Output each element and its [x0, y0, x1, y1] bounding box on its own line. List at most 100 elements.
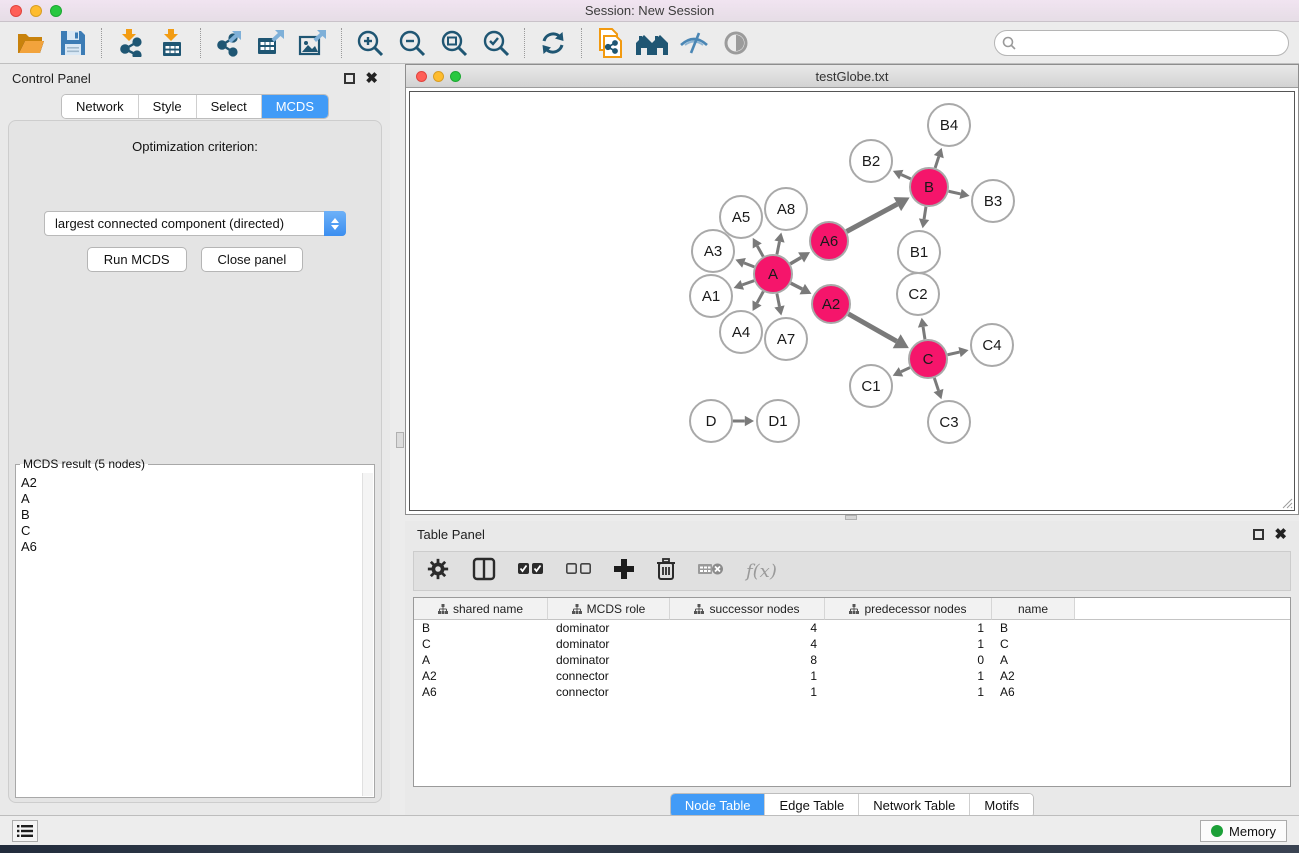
criterion-dropdown[interactable]: largest connected component (directed): [44, 211, 346, 236]
search-input[interactable]: [994, 30, 1289, 56]
table-cell[interactable]: dominator: [548, 653, 670, 667]
export-network-icon[interactable]: [212, 27, 246, 59]
table-cell[interactable]: 1: [825, 669, 992, 683]
table-cell[interactable]: 8: [670, 653, 825, 667]
graph-edge-A-A2[interactable]: [791, 283, 802, 289]
table-cell[interactable]: dominator: [548, 621, 670, 635]
table-cell[interactable]: 4: [670, 637, 825, 651]
show-all-icon[interactable]: [719, 27, 753, 59]
close-table-panel-icon[interactable]: ✖: [1274, 529, 1287, 540]
close-window-button[interactable]: [10, 5, 22, 17]
table-cell[interactable]: 1: [825, 621, 992, 635]
gear-icon[interactable]: [426, 557, 450, 586]
result-item[interactable]: A: [21, 491, 357, 507]
table-cell[interactable]: C: [992, 637, 1075, 651]
import-table-icon[interactable]: [155, 27, 189, 59]
tab-edge-table[interactable]: Edge Table: [765, 794, 859, 817]
network-canvas[interactable]: AA1A3A4A5A7A8A6A2BB1B2B3B4CC1C2C3C4DD1: [409, 91, 1295, 511]
tab-motifs[interactable]: Motifs: [970, 794, 1033, 817]
graph-edge-B-B2[interactable]: [901, 175, 910, 179]
resize-grip-icon[interactable]: [1280, 496, 1293, 509]
table-cell[interactable]: A: [414, 653, 548, 667]
delete-table-icon[interactable]: [698, 560, 724, 583]
tab-network-table[interactable]: Network Table: [859, 794, 970, 817]
table-cell[interactable]: 1: [825, 685, 992, 699]
column-header-MCDS-role[interactable]: MCDS role: [548, 598, 670, 620]
tab-style[interactable]: Style: [139, 95, 197, 118]
table-row[interactable]: Cdominator41C: [414, 636, 1290, 652]
zoom-out-icon[interactable]: [395, 27, 429, 59]
table-cell[interactable]: 1: [670, 685, 825, 699]
close-panel-icon[interactable]: ✖: [365, 73, 378, 84]
home-icon[interactable]: [635, 27, 669, 59]
float-table-panel-icon[interactable]: [1253, 529, 1264, 540]
zoom-fit-icon[interactable]: [437, 27, 471, 59]
table-cell[interactable]: dominator: [548, 637, 670, 651]
column-header-shared-name[interactable]: shared name: [414, 598, 548, 620]
graph-edge-C-C3[interactable]: [934, 378, 938, 391]
graph-edge-A2-C[interactable]: [848, 314, 896, 341]
add-column-icon[interactable]: [614, 559, 634, 584]
table-cell[interactable]: 1: [670, 669, 825, 683]
select-all-icon[interactable]: [518, 562, 544, 581]
table-row[interactable]: A6connector11A6: [414, 684, 1290, 700]
network-window-titlebar[interactable]: testGlobe.txt: [406, 65, 1298, 88]
table-cell[interactable]: 0: [825, 653, 992, 667]
graph-edge-A-A6[interactable]: [790, 257, 801, 263]
open-file-icon[interactable]: [14, 27, 48, 59]
graph-edge-A-A7[interactable]: [777, 294, 780, 307]
result-item[interactable]: B: [21, 507, 357, 523]
zoom-selected-icon[interactable]: [479, 27, 513, 59]
task-history-button[interactable]: [12, 820, 38, 842]
graph-edge-A-A3[interactable]: [744, 263, 754, 267]
table-cell[interactable]: A6: [992, 685, 1075, 699]
import-network-icon[interactable]: [113, 27, 147, 59]
maximize-window-button[interactable]: [50, 5, 62, 17]
graph-edge-B-B1[interactable]: [924, 207, 926, 219]
refresh-icon[interactable]: [536, 27, 570, 59]
minimize-window-button[interactable]: [30, 5, 42, 17]
table-row[interactable]: Bdominator41B: [414, 620, 1290, 636]
save-session-icon[interactable]: [56, 27, 90, 59]
column-header-successor-nodes[interactable]: successor nodes: [670, 598, 825, 620]
graph-edge-A-A1[interactable]: [742, 281, 754, 285]
table-cell[interactable]: A2: [992, 669, 1075, 683]
table-cell[interactable]: A: [992, 653, 1075, 667]
table-divider-handle[interactable]: [845, 515, 857, 520]
network-minimize-button[interactable]: [433, 71, 444, 82]
graph-edge-C-C2[interactable]: [923, 327, 925, 339]
split-columns-icon[interactable]: [472, 557, 496, 586]
node-table[interactable]: shared nameMCDS rolesuccessor nodesprede…: [413, 597, 1291, 787]
result-scrollbar[interactable]: [362, 473, 373, 796]
function-builder-icon[interactable]: f(x): [746, 561, 777, 582]
delete-icon[interactable]: [656, 558, 676, 585]
graph-edge-C-C1[interactable]: [901, 368, 910, 372]
tab-mcds[interactable]: MCDS: [262, 95, 328, 118]
deselect-all-icon[interactable]: [566, 562, 592, 581]
table-row[interactable]: A2connector11A2: [414, 668, 1290, 684]
network-close-button[interactable]: [416, 71, 427, 82]
panel-divider-handle[interactable]: [396, 432, 404, 448]
mcds-result-list[interactable]: A2ABCA6: [17, 473, 361, 796]
tab-network[interactable]: Network: [62, 95, 139, 118]
graph-edge-A6-B[interactable]: [847, 204, 898, 231]
graph-edge-B-B3[interactable]: [949, 191, 961, 194]
memory-button[interactable]: Memory: [1200, 820, 1287, 842]
column-header-predecessor-nodes[interactable]: predecessor nodes: [825, 598, 992, 620]
export-table-icon[interactable]: [254, 27, 288, 59]
table-cell[interactable]: connector: [548, 685, 670, 699]
table-cell[interactable]: connector: [548, 669, 670, 683]
open-session-icon[interactable]: [593, 27, 627, 59]
search-field[interactable]: [994, 30, 1289, 56]
tab-node-table[interactable]: Node Table: [671, 794, 766, 817]
zoom-in-icon[interactable]: [353, 27, 387, 59]
tab-select[interactable]: Select: [197, 95, 262, 118]
graph-edge-A-A8[interactable]: [777, 242, 780, 255]
result-item[interactable]: A2: [21, 475, 357, 491]
graph-edge-A-A5[interactable]: [757, 246, 763, 257]
result-item[interactable]: A6: [21, 539, 357, 555]
network-graph[interactable]: AA1A3A4A5A7A8A6A2BB1B2B3B4CC1C2C3C4DD1: [410, 92, 1296, 512]
table-cell[interactable]: B: [414, 621, 548, 635]
export-image-icon[interactable]: [296, 27, 330, 59]
hide-selected-icon[interactable]: [677, 27, 711, 59]
